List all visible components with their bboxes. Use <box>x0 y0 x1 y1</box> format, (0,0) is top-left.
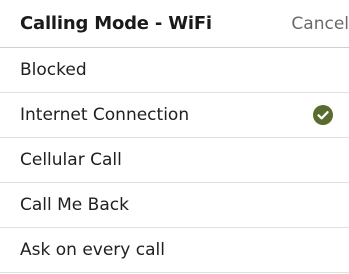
option-label: Cellular Call <box>20 150 122 170</box>
calling-mode-options: Blocked Internet Connection Cellular Cal… <box>0 48 349 273</box>
option-label: Blocked <box>20 60 87 80</box>
cancel-button[interactable]: Cancel <box>291 14 349 34</box>
check-circle-icon <box>313 105 333 125</box>
option-ask-every-call[interactable]: Ask on every call <box>0 228 349 273</box>
sheet-title: Calling Mode - WiFi <box>20 13 212 34</box>
option-cellular-call[interactable]: Cellular Call <box>0 138 349 183</box>
calling-mode-sheet: Calling Mode - WiFi Cancel Blocked Inter… <box>0 0 349 274</box>
option-call-me-back[interactable]: Call Me Back <box>0 183 349 228</box>
option-blocked[interactable]: Blocked <box>0 48 349 93</box>
option-label: Call Me Back <box>20 195 129 215</box>
option-label: Ask on every call <box>20 240 165 260</box>
sheet-header: Calling Mode - WiFi Cancel <box>0 0 349 48</box>
option-label: Internet Connection <box>20 105 190 125</box>
option-internet-connection[interactable]: Internet Connection <box>0 93 349 138</box>
